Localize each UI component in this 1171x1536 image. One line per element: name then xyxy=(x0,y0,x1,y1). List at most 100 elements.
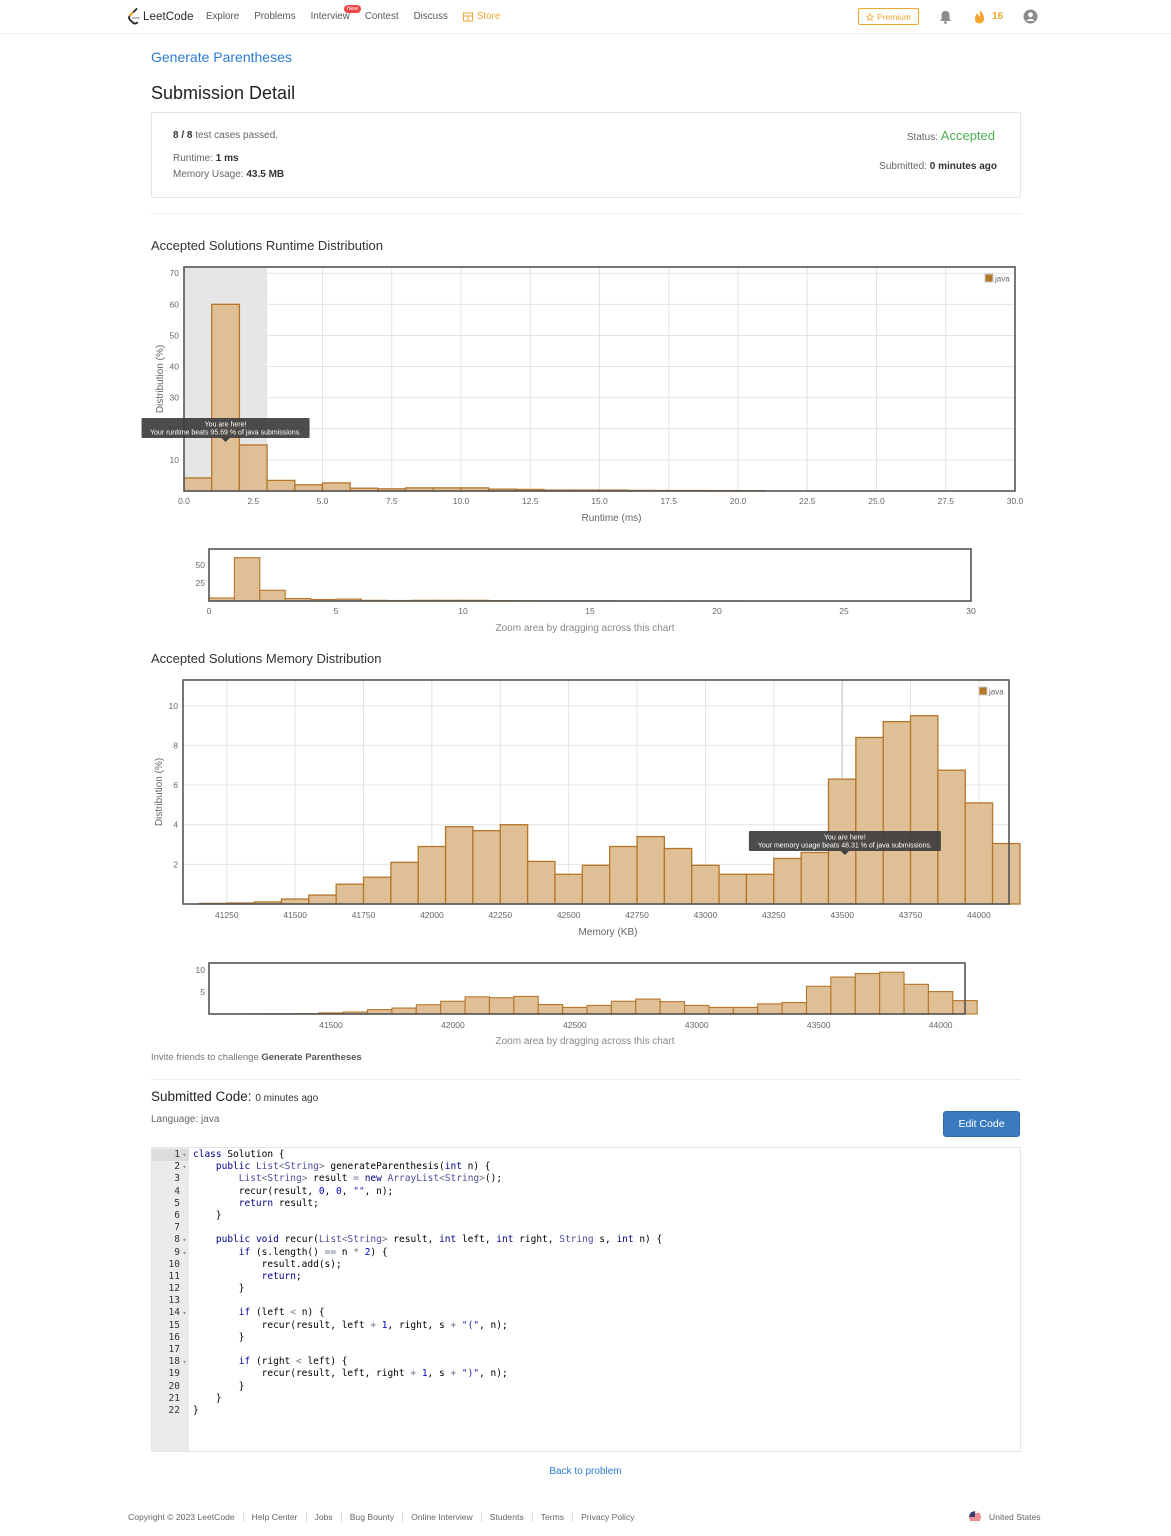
edit-code-button[interactable]: Edit Code xyxy=(943,1111,1020,1137)
code-line[interactable]: 7 xyxy=(152,1222,662,1234)
histogram-bar[interactable] xyxy=(663,847,693,905)
code-line[interactable]: 6 } xyxy=(152,1210,662,1222)
footer: Copyright © 2023 LeetCode Help Center Jo… xyxy=(128,1512,643,1522)
overview-bar[interactable] xyxy=(259,589,286,602)
histogram-bar[interactable] xyxy=(499,824,529,905)
overview-bar[interactable] xyxy=(805,985,832,1015)
code-line[interactable]: 1 ▾ class Solution { xyxy=(152,1149,662,1161)
histogram-bar[interactable] xyxy=(609,845,638,905)
overview-bar[interactable] xyxy=(513,995,539,1015)
code-line[interactable]: 12 } xyxy=(152,1283,662,1295)
overview-bar[interactable] xyxy=(903,983,929,1015)
histogram-bar[interactable] xyxy=(472,830,501,905)
footer-students[interactable]: Students xyxy=(480,1512,532,1522)
code-line[interactable]: 3 List<String> result = new ArrayList<St… xyxy=(152,1173,662,1185)
distribution-charts[interactable]: 0.0 2.5 5.0 7.5 10.0 12.5 15.0 17.5 20.0 22.5 25.0… xyxy=(0,0,1171,1060)
footer-privacy-policy[interactable]: Privacy Policy xyxy=(572,1512,642,1522)
code-line[interactable]: 5 return result; xyxy=(152,1198,662,1210)
histogram-bar[interactable] xyxy=(855,736,884,905)
fold-arrow-icon[interactable]: ▾ xyxy=(180,1234,189,1246)
overview-plot-area[interactable] xyxy=(209,549,971,601)
code-line[interactable]: 2 ▾ public List<String> generateParenthes… xyxy=(152,1161,662,1173)
code-line[interactable]: 21 } xyxy=(152,1393,662,1405)
histogram-bar[interactable] xyxy=(308,894,337,905)
histogram-bar[interactable] xyxy=(554,873,583,905)
fold-arrow-icon[interactable]: ▾ xyxy=(180,1356,189,1368)
overview-bar[interactable] xyxy=(415,1004,442,1015)
histogram-bar[interactable] xyxy=(581,864,611,905)
overview-bar[interactable] xyxy=(391,1007,417,1015)
code-line[interactable]: 4 recur(result, 0, 0, "", n); xyxy=(152,1186,662,1198)
histogram-bar[interactable] xyxy=(526,860,556,905)
footer-bug-bounty[interactable]: Bug Bounty xyxy=(340,1512,402,1522)
code-viewer[interactable]: 1 ▾ class Solution {2 ▾ public List<String>… xyxy=(151,1147,1021,1452)
histogram-bar[interactable] xyxy=(266,479,296,492)
histogram-bar[interactable] xyxy=(800,851,830,905)
fold-arrow-icon[interactable]: ▾ xyxy=(180,1149,189,1161)
histogram-bar[interactable] xyxy=(238,444,268,492)
code-line[interactable]: 20 } xyxy=(152,1381,662,1393)
footer-help-center[interactable]: Help Center xyxy=(242,1512,306,1522)
histogram-bar[interactable] xyxy=(362,876,392,905)
histogram-bar[interactable] xyxy=(937,769,966,905)
overview-bar[interactable] xyxy=(464,996,491,1015)
footer-jobs[interactable]: Jobs xyxy=(305,1512,341,1522)
histogram-bar[interactable] xyxy=(636,835,666,905)
code-line[interactable]: 22} xyxy=(152,1405,662,1417)
overview-bar[interactable] xyxy=(830,976,856,1015)
overview-bar[interactable] xyxy=(562,1006,588,1015)
fold-arrow-icon[interactable]: ▾ xyxy=(180,1247,189,1259)
histogram-bar[interactable] xyxy=(294,484,324,492)
code-line[interactable]: 16 } xyxy=(152,1332,662,1344)
fold-arrow-icon[interactable]: ▾ xyxy=(180,1161,189,1173)
overview-bar[interactable] xyxy=(635,998,661,1015)
code-line[interactable]: 10 result.add(s); xyxy=(152,1259,662,1271)
histogram-bar[interactable] xyxy=(882,720,912,905)
histogram-bar[interactable] xyxy=(444,826,474,905)
histogram-bar[interactable] xyxy=(773,857,802,905)
fold-arrow-icon[interactable]: ▾ xyxy=(180,1307,189,1319)
code-line[interactable]: 13 xyxy=(152,1295,662,1307)
code-line[interactable]: 14 ▾ if (left < n) { xyxy=(152,1307,662,1319)
overview-bar[interactable] xyxy=(683,1004,710,1015)
code-line[interactable]: 19 recur(result, left, right + 1, s + ")… xyxy=(152,1368,662,1380)
histogram-bar[interactable] xyxy=(909,715,939,905)
histogram-bar[interactable] xyxy=(335,883,365,905)
code-line[interactable]: 18 ▾ if (right < left) { xyxy=(152,1356,662,1368)
overview-bar[interactable] xyxy=(610,1000,637,1015)
code-line[interactable]: 11 return; xyxy=(152,1271,662,1283)
overview-bar[interactable] xyxy=(586,1004,612,1015)
histogram-bar[interactable] xyxy=(211,303,241,492)
histogram-bar[interactable] xyxy=(964,802,994,905)
overview-bar[interactable] xyxy=(537,1003,564,1015)
country-selector[interactable]: United States xyxy=(968,1511,1041,1523)
overview-bar[interactable] xyxy=(757,1003,783,1015)
histogram-bar[interactable] xyxy=(745,873,775,905)
overview-bar[interactable] xyxy=(708,1006,734,1015)
overview-bar[interactable] xyxy=(927,991,954,1015)
histogram-bar[interactable] xyxy=(321,482,351,492)
histogram-bar[interactable] xyxy=(390,861,419,905)
overview-bar[interactable] xyxy=(233,557,261,602)
histogram-bar[interactable] xyxy=(691,864,720,905)
overview-bar[interactable] xyxy=(879,971,905,1015)
code-line[interactable]: 9 ▾ if (s.length() == n * 2) { xyxy=(152,1247,662,1259)
code-line[interactable]: 15 recur(result, left + 1, right, s + "(… xyxy=(152,1320,662,1332)
overview-bar[interactable] xyxy=(659,1001,686,1015)
overview-bar[interactable] xyxy=(781,1002,808,1015)
back-link-text[interactable]: Back to problem xyxy=(549,1466,621,1477)
overview-bar[interactable] xyxy=(854,973,881,1015)
footer-online-interview[interactable]: Online Interview xyxy=(402,1512,481,1522)
histogram-bar[interactable] xyxy=(183,477,213,492)
overview-bar[interactable] xyxy=(732,1006,759,1015)
back-to-problem-link[interactable]: Back to problem xyxy=(0,1466,1171,1477)
histogram-bar[interactable] xyxy=(718,873,748,905)
code-line[interactable]: 17 xyxy=(152,1344,662,1356)
histogram-bar[interactable] xyxy=(417,845,447,905)
invite-problem[interactable]: Generate Parentheses xyxy=(261,1052,361,1063)
histogram-bar[interactable] xyxy=(991,842,1021,905)
code-line[interactable]: 8 ▾ public void recur(List<String> result… xyxy=(152,1234,662,1246)
footer-terms[interactable]: Terms xyxy=(531,1512,572,1522)
overview-bar[interactable] xyxy=(488,997,515,1015)
overview-bar[interactable] xyxy=(440,1000,466,1015)
